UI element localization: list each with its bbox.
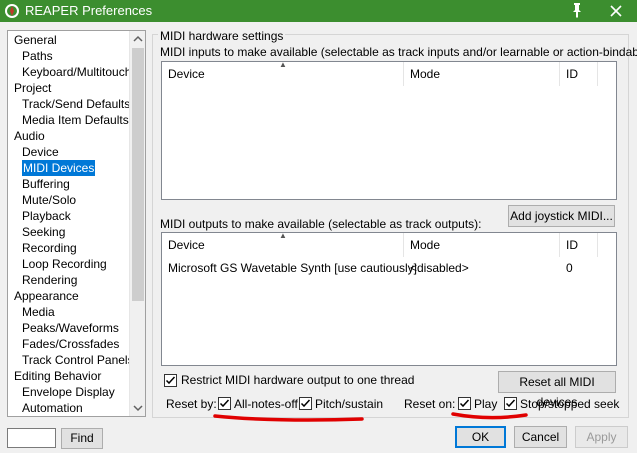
close-icon[interactable] [606, 1, 626, 21]
stop-seek-label[interactable]: Stop/stopped seek [520, 397, 619, 411]
apply-button[interactable]: Apply [575, 426, 628, 448]
tree-item[interactable]: Automation [22, 400, 83, 416]
output-row-device[interactable]: Microsoft GS Wavetable Synth [use cautio… [162, 259, 417, 277]
pin-icon[interactable] [568, 1, 586, 19]
restrict-thread-checkbox[interactable] [164, 374, 177, 387]
title-bar: REAPER Preferences [0, 0, 637, 22]
annotation-underline-icon [451, 412, 528, 420]
tree-item[interactable]: Mute/Solo [22, 192, 76, 208]
tree-item[interactable]: Media Item Defaults [22, 112, 129, 128]
tree-item[interactable]: Peaks/Waveforms [22, 320, 119, 336]
tree-item[interactable]: Keyboard/Multitouch [22, 64, 131, 80]
tree-item[interactable]: Media [22, 304, 55, 320]
tree-item[interactable]: Track Control Panels [22, 352, 134, 368]
find-input[interactable] [7, 428, 56, 448]
col-separator[interactable] [597, 233, 598, 257]
reset-by-label: Reset by: [166, 397, 217, 411]
annotation-underline-icon [213, 414, 364, 422]
cancel-button[interactable]: Cancel [514, 426, 567, 448]
tree-item[interactable]: Envelope Display [22, 384, 115, 400]
tree-item[interactable]: Loop Recording [22, 256, 107, 272]
tree-item[interactable]: Paths [22, 48, 53, 64]
tree-scrollbar[interactable] [129, 31, 145, 416]
output-row-mode[interactable]: <disabled> [404, 259, 469, 277]
inputs-col-mode[interactable]: Mode [404, 62, 440, 86]
outputs-col-device[interactable]: Device [162, 233, 205, 257]
midi-outputs-list[interactable]: Device ▲ Mode ID Microsoft GS Wavetable … [161, 232, 617, 366]
tree-item[interactable]: General [14, 32, 57, 48]
col-separator[interactable] [597, 62, 598, 86]
sort-asc-icon: ▲ [279, 232, 287, 240]
preferences-tree[interactable]: General Paths Keyboard/Multitouch Project Tr… [7, 30, 146, 417]
tree-item[interactable]: Audio [14, 128, 45, 144]
restrict-thread-label[interactable]: Restrict MIDI hardware output to one thr… [181, 373, 414, 387]
checkmark-icon [165, 376, 176, 385]
tree-item[interactable]: Project [14, 80, 51, 96]
window-title: REAPER Preferences [25, 3, 153, 18]
tree-item[interactable]: Buffering [22, 176, 70, 192]
inputs-col-device[interactable]: Device [162, 62, 205, 86]
inputs-col-id[interactable]: ID [560, 62, 578, 86]
tree-item[interactable]: Device [22, 144, 59, 160]
tree-item[interactable]: Editing Behavior [14, 368, 101, 384]
inputs-label: MIDI inputs to make available (selectabl… [160, 45, 637, 59]
reset-all-midi-button[interactable]: Reset all MIDI devices [498, 371, 616, 409]
add-joystick-button[interactable]: Add joystick MIDI... [508, 205, 615, 227]
tree-item[interactable]: Fades/Crossfades [22, 336, 119, 352]
tree-item[interactable]: Appearance [14, 288, 79, 304]
midi-inputs-list[interactable]: Device ▲ Mode ID [161, 61, 617, 200]
tree-item[interactable]: Playback [22, 208, 71, 224]
outputs-label: MIDI outputs to make available (selectab… [160, 217, 482, 231]
group-label: MIDI hardware settings [158, 29, 286, 43]
scroll-up-icon[interactable] [130, 31, 146, 47]
tree-item[interactable]: Recording [22, 240, 77, 256]
reset-on-label: Reset on: [404, 397, 456, 411]
output-row-id[interactable]: 0 [560, 259, 573, 277]
ok-button[interactable]: OK [455, 426, 506, 448]
sort-asc-icon: ▲ [279, 61, 287, 69]
find-button[interactable]: Find [61, 428, 103, 449]
tree-item[interactable]: Rendering [22, 272, 77, 288]
outputs-col-id[interactable]: ID [560, 233, 578, 257]
tree-item[interactable]: Track/Send Defaults [22, 96, 130, 112]
outputs-col-mode[interactable]: Mode [404, 233, 440, 257]
tree-item[interactable]: MIDI Devices [22, 160, 96, 176]
reaper-logo-icon [5, 4, 19, 18]
scroll-down-icon[interactable] [130, 400, 146, 416]
scrollbar-thumb[interactable] [132, 48, 144, 301]
tree-item[interactable]: Seeking [22, 224, 65, 240]
